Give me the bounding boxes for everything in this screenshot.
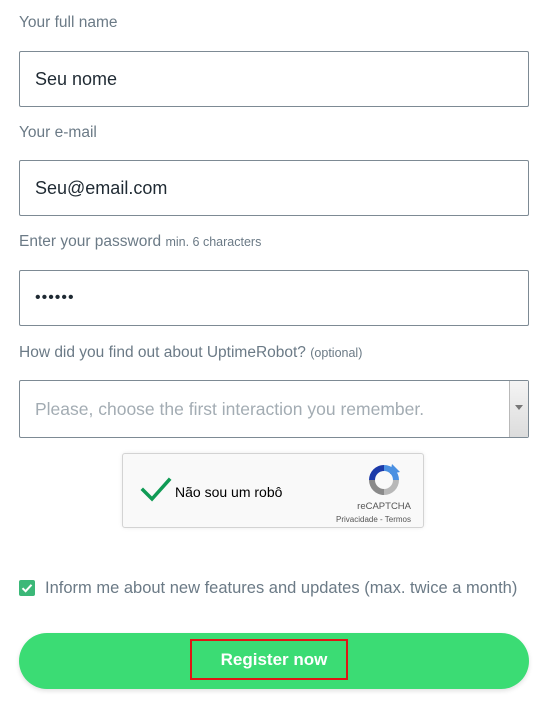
recaptcha-links: Privacidade - Termos: [336, 515, 411, 524]
link-separator: -: [377, 515, 385, 524]
source-placeholder: Please, choose the first interaction you…: [35, 399, 425, 419]
password-label-text: Enter your password: [19, 233, 162, 250]
name-label-text: Your full name: [19, 14, 118, 31]
email-label-text: Your e-mail: [19, 124, 97, 141]
recaptcha-widget: Não sou um robô reCAPTCHA Privacidade - …: [122, 453, 424, 528]
recaptcha-brand: reCAPTCHA: [357, 501, 411, 512]
checkbox-check-icon: [21, 584, 33, 593]
email-label: Your e-mail: [19, 124, 97, 142]
recaptcha-logo-icon: [369, 464, 400, 495]
checkmark-icon: [140, 477, 172, 502]
chevron-down-icon: [515, 405, 523, 410]
privacy-link[interactable]: Privacidade: [336, 515, 378, 524]
recaptcha-checkbox[interactable]: [140, 476, 172, 504]
register-button[interactable]: Register now: [19, 633, 529, 689]
source-hint: (optional): [310, 346, 363, 360]
source-label-text: How did you find out about UptimeRobot?: [19, 344, 306, 361]
password-hint: min. 6 characters: [165, 235, 262, 249]
register-button-label: Register now: [220, 650, 328, 669]
password-input[interactable]: [19, 270, 529, 326]
newsletter-option: Inform me about new features and updates…: [19, 578, 517, 598]
name-label: Your full name: [19, 14, 118, 32]
recaptcha-label: Não sou um robô: [175, 484, 283, 500]
select-arrow[interactable]: [509, 381, 528, 437]
terms-link[interactable]: Termos: [385, 515, 411, 524]
email-input[interactable]: [19, 160, 529, 216]
source-select[interactable]: Please, choose the first interaction you…: [19, 380, 529, 438]
full-name-input[interactable]: [19, 51, 529, 107]
newsletter-label: Inform me about new features and updates…: [45, 578, 518, 597]
newsletter-checkbox[interactable]: [19, 580, 35, 596]
password-label: Enter your password min. 6 characters: [19, 233, 261, 251]
source-label: How did you find out about UptimeRobot? …: [19, 344, 362, 362]
